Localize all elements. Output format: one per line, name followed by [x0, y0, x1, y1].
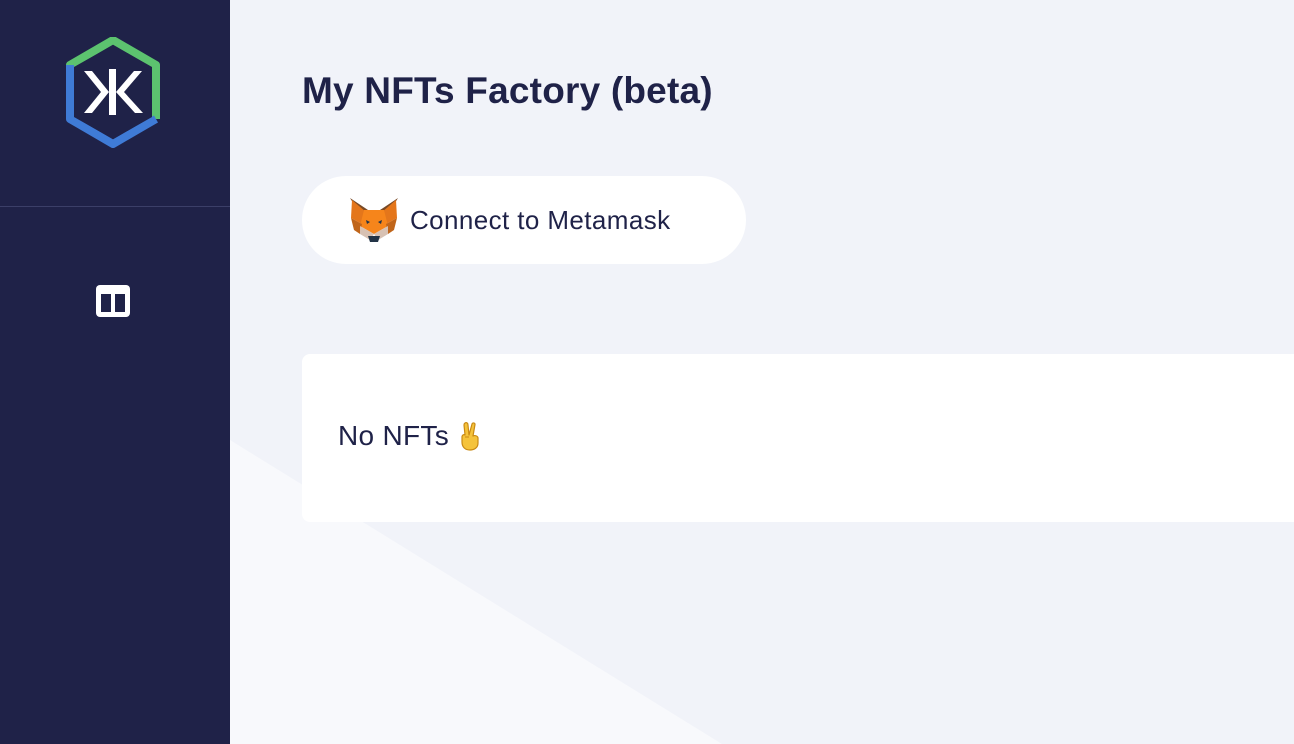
sidebar-logo-area — [0, 0, 230, 207]
connect-metamask-button[interactable]: Connect to Metamask — [302, 176, 746, 264]
main-content: My NFTs Factory (beta) Connect to Metama… — [230, 0, 1294, 744]
columns-icon — [96, 285, 130, 317]
empty-state-text: No NFTs — [338, 420, 449, 451]
metamask-fox-icon — [350, 198, 398, 242]
page-title: My NFTs Factory (beta) — [302, 70, 713, 111]
sidebar-item-dashboard[interactable] — [94, 283, 132, 319]
nft-list-panel: No NFTs — [302, 354, 1294, 522]
connect-button-label: Connect to Metamask — [410, 204, 671, 235]
victory-hand-icon — [461, 422, 479, 451]
empty-state: No NFTs — [338, 420, 483, 452]
sidebar — [0, 0, 230, 744]
kuzzle-logo-icon[interactable] — [64, 37, 162, 149]
